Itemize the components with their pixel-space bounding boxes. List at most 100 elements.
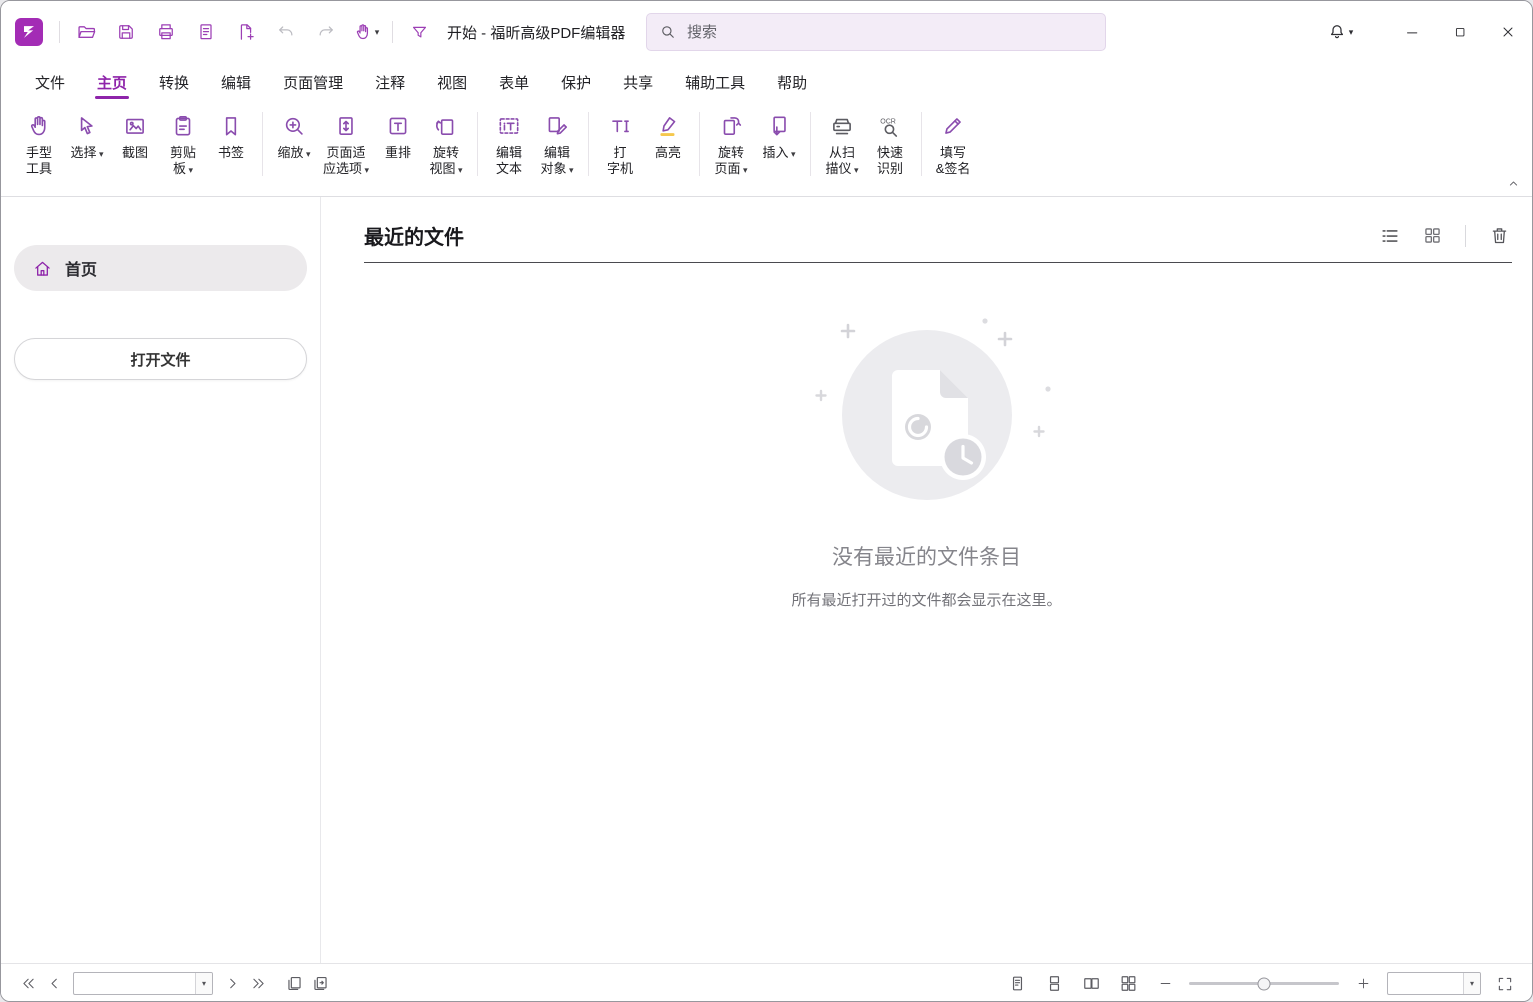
ribbon-snapshot-tool[interactable]: 截图 — [111, 106, 159, 164]
search-input[interactable] — [685, 23, 1093, 42]
ribbon-reflow-tool[interactable]: 重排 — [374, 106, 422, 164]
single-page-view-button[interactable] — [1004, 971, 1030, 997]
ribbon-rotate-view-tool[interactable]: 旋转 视图 — [422, 106, 470, 181]
chevron-right-icon — [224, 975, 241, 992]
zoom-in-button[interactable] — [1350, 971, 1376, 997]
zoom-slider[interactable] — [1189, 971, 1339, 997]
tab-protect[interactable]: 保护 — [545, 63, 607, 101]
titlebar-separator — [392, 21, 393, 43]
ribbon-insert-pages-tool[interactable]: 插入 — [755, 106, 803, 165]
ribbon-select-tool[interactable]: 选择 — [63, 106, 111, 165]
facing-continuous-view-icon — [1119, 974, 1138, 993]
tab-assist-tools[interactable]: 辅助工具 — [669, 63, 761, 101]
tab-help[interactable]: 帮助 — [761, 63, 823, 101]
notifications-dropdown-button[interactable] — [1318, 14, 1362, 50]
maximize-button[interactable] — [1436, 1, 1484, 63]
facing-view-icon — [1082, 974, 1101, 993]
tab-convert[interactable]: 转换 — [143, 63, 205, 101]
close-button[interactable] — [1484, 1, 1532, 63]
ribbon-hand-tool[interactable]: 手型 工具 — [15, 106, 63, 180]
collapse-ribbon-button[interactable] — [1502, 174, 1524, 192]
ribbon-scanner-tool[interactable]: 从扫 描仪 — [818, 106, 866, 181]
filter-funnel-button[interactable] — [399, 14, 439, 50]
tab-home[interactable]: 主页 — [81, 63, 143, 101]
ribbon-edit-text-tool[interactable]: 编辑 文本 — [485, 106, 533, 180]
page-number-dropdown[interactable]: ▾ — [195, 973, 212, 994]
ribbon-page-fit-tool[interactable]: 页面适 应选项 — [318, 106, 374, 181]
new-document-button[interactable] — [226, 14, 266, 50]
save-button[interactable] — [106, 14, 146, 50]
open-file-pill-button[interactable]: 打开文件 — [14, 338, 307, 380]
rotate-pages-icon — [718, 109, 744, 143]
zoom-out-button[interactable] — [1152, 971, 1178, 997]
last-page-button[interactable] — [245, 971, 271, 997]
zoom-level-box[interactable]: ▾ — [1387, 972, 1481, 995]
open-file-button[interactable] — [66, 14, 106, 50]
next-view-button[interactable] — [307, 971, 333, 997]
document-pages-button[interactable] — [186, 14, 226, 50]
ribbon-rotate-pages-tool[interactable]: 旋转 页面 — [707, 106, 755, 181]
bookmark-icon — [218, 109, 244, 143]
sidebar-item-home[interactable]: 首页 — [14, 245, 307, 291]
next-page-button[interactable] — [219, 971, 245, 997]
close-icon — [1500, 24, 1516, 40]
snapshot-icon — [122, 109, 148, 143]
facing-view-button[interactable] — [1078, 971, 1104, 997]
tab-edit[interactable]: 编辑 — [205, 63, 267, 101]
ribbon-edit-object-tool[interactable]: 编辑 对象 — [533, 106, 581, 181]
tab-share[interactable]: 共享 — [607, 63, 669, 101]
ribbon-typewriter-tool[interactable]: 打 字机 — [596, 106, 644, 180]
ribbon-ocr-tool[interactable]: OCR 快速 识别 — [866, 106, 914, 180]
ribbon-tabs: 文件 主页 转换 编辑 页面管理 注释 视图 表单 保护 共享 辅助工具 帮助 — [1, 63, 1532, 101]
zoom-level-input[interactable] — [1388, 976, 1463, 991]
tab-view[interactable]: 视图 — [421, 63, 483, 101]
home-icon — [32, 258, 53, 279]
view-toolbar — [1377, 223, 1512, 249]
typewriter-icon — [607, 109, 633, 143]
sidebar: 首页 打开文件 — [1, 197, 321, 963]
continuous-view-button[interactable] — [1041, 971, 1067, 997]
ribbon-label: 从扫 描仪 — [826, 145, 859, 178]
ribbon-highlight-tool[interactable]: 高亮 — [644, 106, 692, 164]
hand-icon — [26, 109, 52, 143]
redo-button[interactable] — [306, 14, 346, 50]
clear-recent-button[interactable] — [1486, 223, 1512, 249]
ribbon-fill-sign-tool[interactable]: 填写 &签名 — [929, 106, 977, 180]
list-view-button[interactable] — [1377, 223, 1403, 249]
first-page-button[interactable] — [15, 971, 41, 997]
ribbon-label: 编辑 文本 — [496, 145, 522, 177]
ribbon-label: 页面适 应选项 — [323, 145, 369, 178]
tab-file[interactable]: 文件 — [19, 63, 81, 101]
previous-view-button[interactable] — [281, 971, 307, 997]
page-number-input[interactable] — [74, 976, 195, 991]
maximize-icon — [1453, 25, 1468, 40]
zoom-slider-thumb[interactable] — [1258, 977, 1271, 990]
tab-form[interactable]: 表单 — [483, 63, 545, 101]
status-bar: ▾ — [1, 963, 1532, 1002]
fullscreen-button[interactable] — [1492, 971, 1518, 997]
page-title: 最近的文件 — [364, 221, 464, 250]
previous-page-button[interactable] — [41, 971, 67, 997]
ribbon-label: 高亮 — [655, 145, 681, 161]
hand-mode-dropdown-button[interactable] — [346, 14, 386, 50]
ribbon-label: 编辑 对象 — [541, 145, 574, 178]
ribbon-clipboard-tool[interactable]: 剪贴 板 — [159, 106, 207, 181]
insert-pages-icon — [766, 109, 792, 143]
ribbon-bookmark-tool[interactable]: 书签 — [207, 106, 255, 164]
ribbon-zoom-tool[interactable]: 缩放 — [270, 106, 318, 165]
toolbar-separator — [1465, 225, 1466, 247]
zoom-icon — [281, 109, 307, 143]
zoom-level-dropdown[interactable]: ▾ — [1463, 973, 1480, 994]
tab-page-manage[interactable]: 页面管理 — [267, 63, 359, 101]
ribbon-toolbar: 手型 工具 选择 截图 剪贴 板 书签 缩放 页面适 应选项 重 — [1, 101, 1532, 197]
minimize-button[interactable] — [1388, 1, 1436, 63]
tab-comment[interactable]: 注释 — [359, 63, 421, 101]
ribbon-separator — [588, 112, 589, 176]
facing-continuous-view-button[interactable] — [1115, 971, 1141, 997]
print-button[interactable] — [146, 14, 186, 50]
search-box[interactable] — [646, 13, 1106, 51]
undo-button[interactable] — [266, 14, 306, 50]
ribbon-label: 手型 工具 — [26, 145, 52, 177]
grid-view-button[interactable] — [1419, 223, 1445, 249]
page-number-box[interactable]: ▾ — [73, 972, 213, 995]
